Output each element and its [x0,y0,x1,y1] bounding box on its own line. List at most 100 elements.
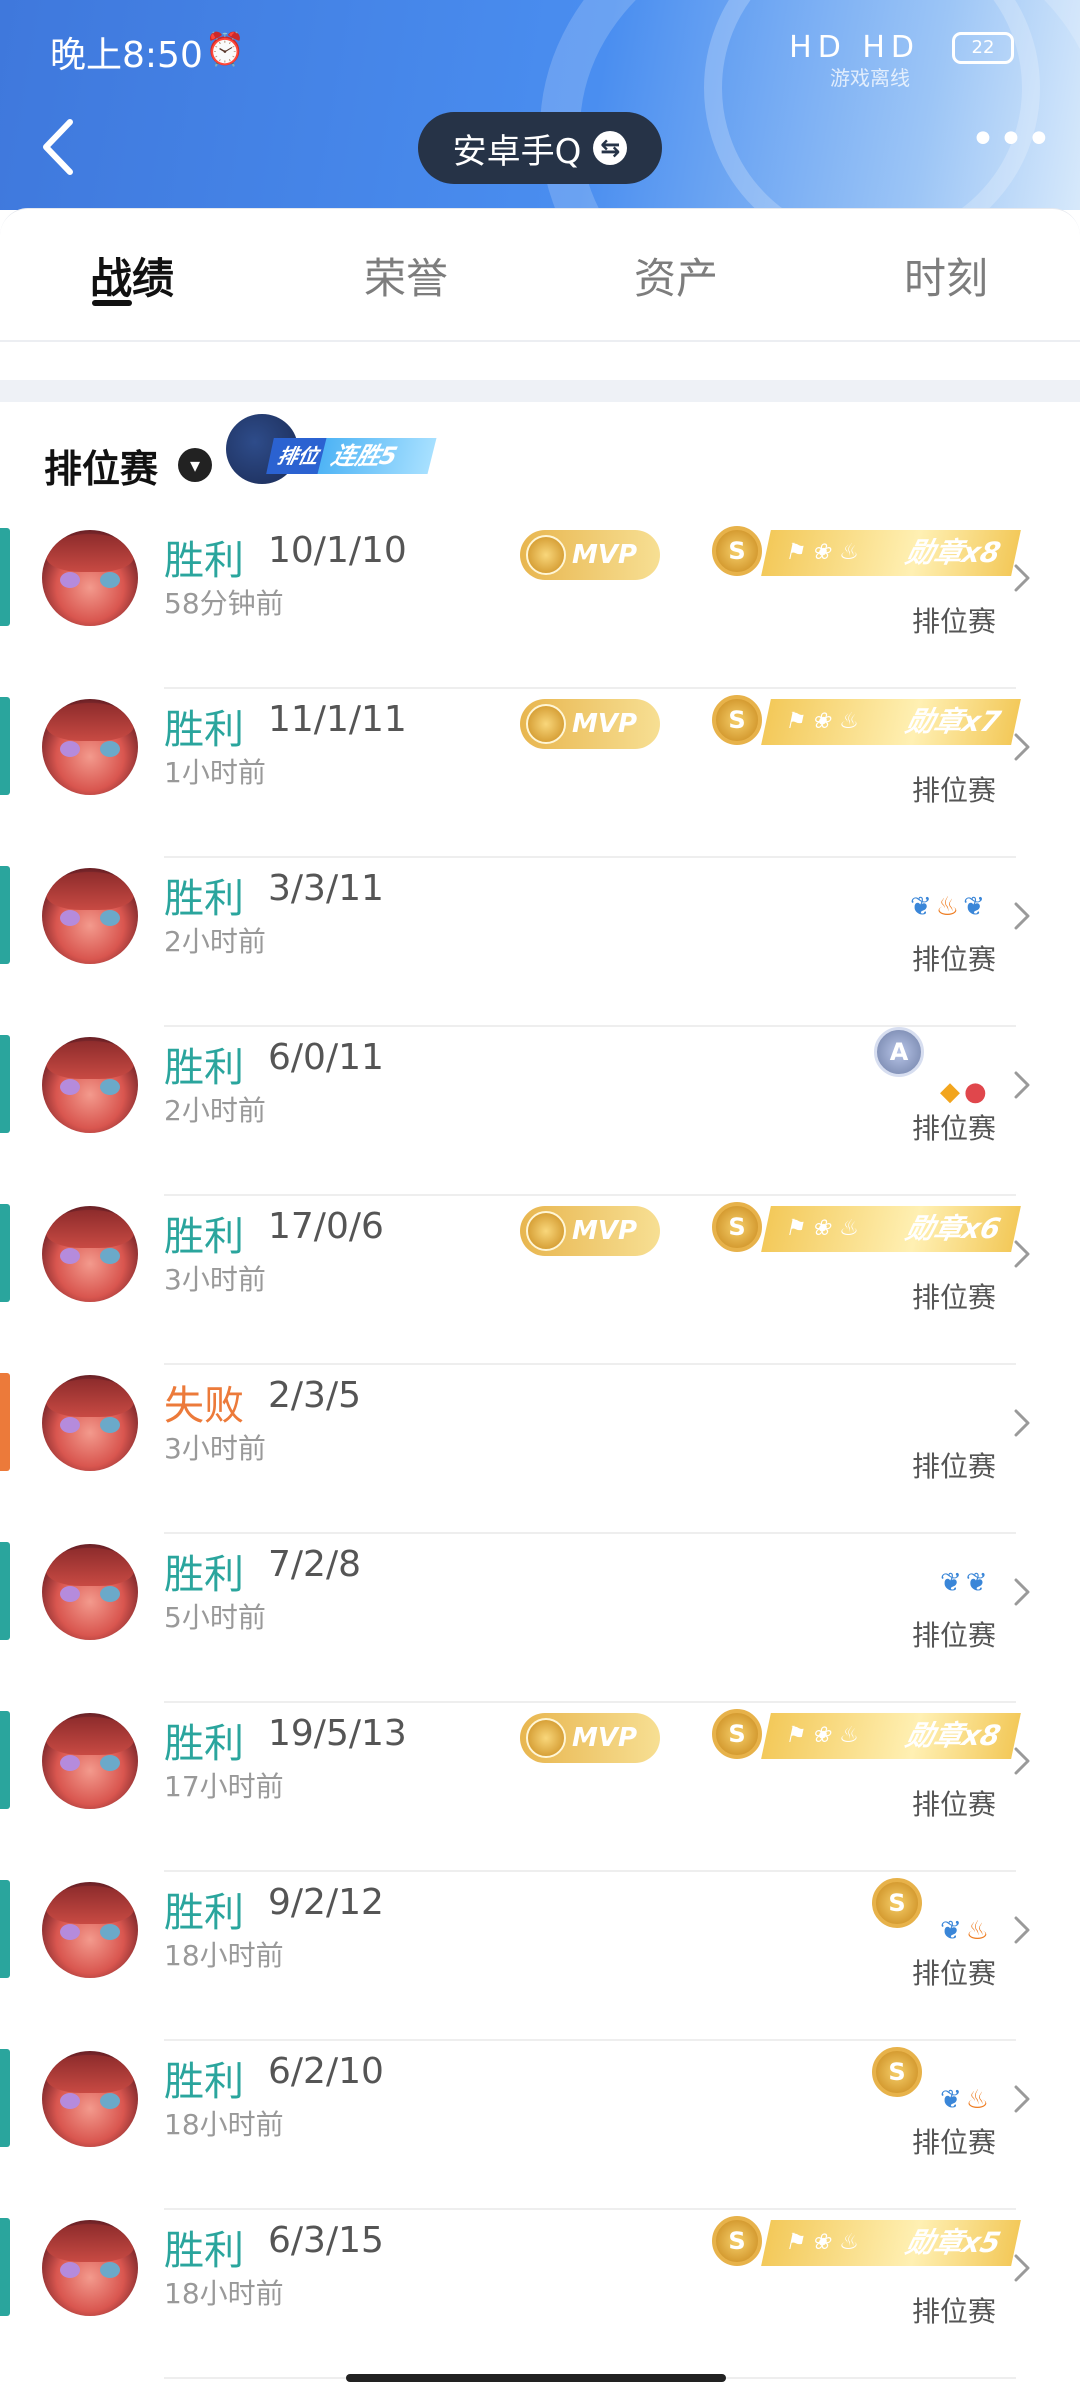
chevron-right-icon[interactable] [1008,1403,1036,1443]
medal-count: 勋章x8 [903,1719,1004,1752]
win-indicator-bar [0,2218,10,2316]
tab-moments[interactable]: 时刻 [904,245,988,306]
s-rating-icon: S [712,695,762,745]
achievement-icon: ♨ [965,2085,994,2115]
match-row[interactable]: 胜利 6/2/10 18小时前 排位赛 S ❦♨ [0,2041,1080,2210]
match-row[interactable]: 胜利 7/2/8 5小时前 排位赛 ❦❦ [0,1534,1080,1703]
tab-record[interactable]: 战绩 [90,245,174,306]
win-indicator-bar [0,697,10,795]
account-switch-button[interactable]: 安卓手Q ⇆ [418,112,662,184]
match-row[interactable]: 胜利 3/3/11 2小时前 排位赛 ❦♨❦ [0,858,1080,1027]
match-result: 胜利 [164,707,244,753]
medal-badge: ⚑ ❀ ♨ 勋章x8 [761,530,1021,576]
section-title[interactable]: 排位赛 [44,438,158,493]
hero-avatar [42,1206,138,1302]
medal-icons: ⚑ ❀ ♨ [783,2230,862,2255]
medal-count: 勋章x7 [903,705,1004,738]
mvp-label: MVP [572,709,638,739]
match-row[interactable]: 失败 2/3/5 3小时前 排位赛 [0,1365,1080,1534]
streak-label: 连胜5 [317,438,437,474]
loss-indicator-bar [0,1373,10,1471]
medal-count: 勋章x5 [903,2226,1004,2259]
hero-avatar [42,530,138,626]
chevron-right-icon[interactable] [1008,2079,1036,2119]
match-row[interactable]: 胜利 9/2/12 18小时前 排位赛 S ❦♨ [0,1872,1080,2041]
match-result: 胜利 [164,1890,244,1936]
achievement-icons: ❦♨❦ [910,892,989,922]
match-time: 2小时前 [164,925,266,958]
tab-active-indicator [92,300,132,306]
medal-icons: ⚑ ❀ ♨ [783,540,862,565]
win-indicator-bar [0,1711,10,1809]
s-rating-icon: S [712,1202,762,1252]
match-mode: 排位赛 [911,1281,996,1314]
match-result: 失败 [164,1383,244,1429]
match-result: 胜利 [164,1214,244,1260]
mvp-badge: MVP [520,530,660,580]
back-button[interactable] [34,112,84,182]
match-row[interactable]: 胜利 6/3/15 18小时前 排位赛 ⚑ ❀ ♨ 勋章x5 S [0,2210,1080,2379]
match-kda: 17/0/6 [268,1206,384,1247]
mvp-coin-icon [526,535,566,575]
match-result: 胜利 [164,2059,244,2105]
s-rating-icon: S [872,1878,922,1928]
match-time: 1小时前 [164,756,266,789]
win-indicator-bar [0,1035,10,1133]
tab-assets[interactable]: 资产 [634,245,718,306]
match-time: 17小时前 [164,1770,284,1803]
match-mode: 排位赛 [911,1957,996,1990]
hero-avatar [42,1882,138,1978]
tab-honor[interactable]: 荣誉 [364,245,448,306]
match-result: 胜利 [164,1721,244,1767]
match-row[interactable]: 胜利 19/5/13 17小时前 排位赛 ⚑ ❀ ♨ 勋章x8 S MVP [0,1703,1080,1872]
match-kda: 6/2/10 [268,2051,384,2092]
match-mode: 排位赛 [911,774,996,807]
match-time: 18小时前 [164,1939,284,1972]
mvp-coin-icon [526,704,566,744]
match-kda: 2/3/5 [268,1375,361,1416]
match-row[interactable]: 胜利 17/0/6 3小时前 排位赛 ⚑ ❀ ♨ 勋章x6 S MVP [0,1196,1080,1365]
more-button[interactable]: ••• [970,118,1052,176]
signal-icon: HD HD [789,30,920,65]
page-title: 安卓手Q [452,131,582,172]
chevron-down-icon[interactable]: ▾ [178,448,212,482]
match-result: 胜利 [164,538,244,584]
match-time: 5小时前 [164,1601,266,1634]
mvp-coin-icon [526,1211,566,1251]
achievement-icon: ♨ [965,1916,994,1946]
win-streak-badge: 排位 连胜5 [226,414,437,484]
match-kda: 11/1/11 [268,699,407,740]
chevron-right-icon[interactable] [1008,1910,1036,1950]
match-time: 2小时前 [164,1094,266,1127]
match-mode: 排位赛 [911,1619,996,1652]
achievement-icon: ❦ [940,1916,966,1946]
match-row[interactable]: 胜利 10/1/10 58分钟前 排位赛 ⚑ ❀ ♨ 勋章x8 S MVP [0,520,1080,689]
achievement-icon: ❦ [910,892,936,922]
chevron-right-icon[interactable] [1008,1065,1036,1105]
achievement-icon: ❦ [965,1568,992,1598]
match-row[interactable]: 胜利 6/0/11 2小时前 排位赛 A ◆● [0,1027,1080,1196]
achievement-icons: ❦❦ [940,1568,992,1598]
chevron-right-icon[interactable] [1008,1572,1036,1612]
s-rating-icon: S [872,2047,922,2097]
match-time: 18小时前 [164,2277,284,2310]
achievement-icon: ♨ [935,892,964,922]
medal-badge: ⚑ ❀ ♨ 勋章x8 [761,1713,1021,1759]
match-row[interactable]: 胜利 11/1/11 1小时前排位赛 ⚑ ❀ ♨ 勋章x7 S MVP [0,689,1080,858]
medal-icons: ⚑ ❀ ♨ [783,709,862,734]
mvp-coin-icon [526,1718,566,1758]
win-indicator-bar [0,2049,10,2147]
match-result: 胜利 [164,876,244,922]
match-mode: 排位赛 [911,2126,996,2159]
chevron-left-icon [43,119,73,175]
medal-icons: ⚑ ❀ ♨ [783,1723,862,1748]
match-kda: 19/5/13 [268,1713,407,1754]
mvp-badge: MVP [520,699,660,749]
home-indicator[interactable] [346,2374,726,2382]
chevron-right-icon[interactable] [1008,896,1036,936]
medal-badge: ⚑ ❀ ♨ 勋章x5 [761,2220,1021,2266]
match-mode: 排位赛 [911,1450,996,1483]
s-rating-icon: S [712,1709,762,1759]
match-kda: 6/3/15 [268,2220,384,2261]
battery-icon: 22 [952,32,1014,64]
